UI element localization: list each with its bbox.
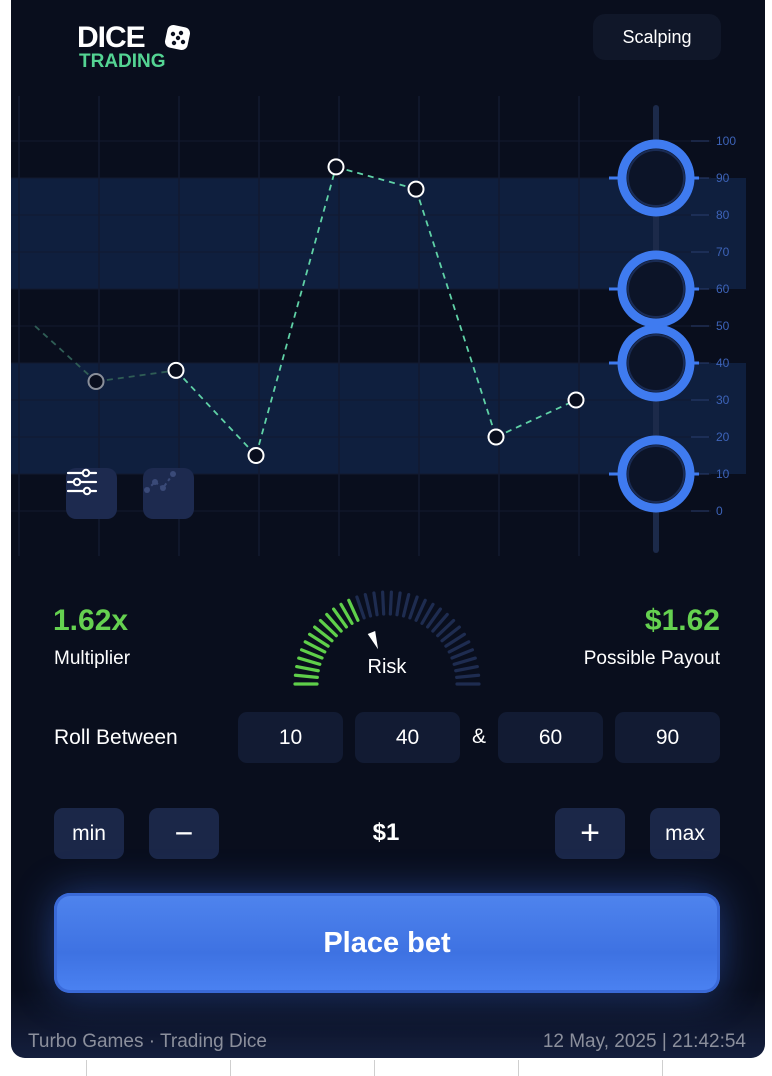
chart-mode-button[interactable] xyxy=(143,468,194,519)
y-tick-label: 50 xyxy=(716,319,730,333)
range-separator: & xyxy=(472,725,487,748)
bottom-ruler xyxy=(0,1058,772,1076)
range-handle xyxy=(617,435,695,513)
gauge-segment xyxy=(293,673,319,679)
range-handle xyxy=(617,324,695,402)
data-point xyxy=(247,447,265,464)
risk-label: Risk xyxy=(367,656,407,678)
mode-button[interactable]: Scalping xyxy=(593,14,721,60)
increase-bet-button[interactable]: + xyxy=(555,808,625,859)
y-tick-label: 0 xyxy=(716,504,723,518)
range-handle xyxy=(617,139,695,217)
bet-amount: $1 xyxy=(372,819,400,846)
y-tick-label: 10 xyxy=(716,467,730,481)
gauge-segment xyxy=(454,664,479,673)
y-tick-label: 30 xyxy=(716,393,730,407)
gauge-segment xyxy=(295,664,320,673)
gauge-segment xyxy=(388,590,393,616)
plus-icon: + xyxy=(580,814,600,852)
high-range-to-input[interactable]: 90 xyxy=(615,712,720,763)
data-point xyxy=(87,373,105,390)
gauge-segment xyxy=(299,648,324,660)
max-bet-button[interactable]: max xyxy=(650,808,720,859)
multiplier-value: 1.62x xyxy=(53,604,129,637)
dice-icon xyxy=(164,24,191,51)
y-tick-label: 100 xyxy=(716,134,736,148)
sliders-icon xyxy=(66,468,98,496)
settings-button[interactable] xyxy=(66,468,117,519)
gauge-segment xyxy=(395,591,402,617)
y-tick-label: 60 xyxy=(716,282,730,296)
gauge-segment xyxy=(297,656,322,666)
gauge-segment xyxy=(381,590,386,616)
y-tick-label: 70 xyxy=(716,245,730,259)
gauge-segment xyxy=(408,595,419,620)
scatter-chart-icon xyxy=(144,471,176,493)
gauge-segment xyxy=(455,673,481,679)
range-handle xyxy=(617,250,695,328)
chart-canvas[interactable]: 1009080706050403020100 xyxy=(11,80,765,560)
data-point xyxy=(487,428,505,446)
data-point xyxy=(167,361,185,379)
y-tick-label: 90 xyxy=(716,171,730,185)
roll-between-label: Roll Between xyxy=(54,726,178,749)
high-range-from-input[interactable]: 60 xyxy=(498,712,603,763)
gauge-segment xyxy=(450,648,475,660)
minus-icon: − xyxy=(174,815,194,851)
y-tick-label: 80 xyxy=(716,208,730,222)
data-point xyxy=(327,158,345,176)
data-point xyxy=(567,391,585,409)
app-window: DICE TRADING Scalping 100 90 80 70 60 50 40 30 2… xyxy=(11,0,765,1058)
gauge-segment xyxy=(372,591,379,617)
footer-timestamp: 12 May, 2025 | 21:42:54 xyxy=(542,1031,746,1052)
payout-label: Possible Payout xyxy=(583,648,720,669)
y-tick-label: 20 xyxy=(716,430,730,444)
min-bet-button[interactable]: min xyxy=(54,808,124,859)
payout-value: $1.62 xyxy=(644,604,720,637)
gauge-segment xyxy=(452,656,477,666)
low-range-from-input[interactable]: 10 xyxy=(238,712,343,763)
gauge-segment xyxy=(363,592,373,618)
gauge-segment xyxy=(355,595,366,620)
low-range-to-input[interactable]: 40 xyxy=(355,712,460,763)
decrease-bet-button[interactable]: − xyxy=(149,808,219,859)
gauge-needle xyxy=(367,631,379,650)
data-point xyxy=(407,180,425,198)
y-tick-label: 40 xyxy=(716,356,730,370)
footer-brand: Turbo Games · Trading Dice xyxy=(28,1031,267,1052)
place-bet-button[interactable]: Place bet xyxy=(54,893,720,993)
logo-text-trading: TRADING xyxy=(79,51,166,72)
multiplier-label: Multiplier xyxy=(54,648,131,669)
gauge-segment xyxy=(401,592,411,618)
price-chart[interactable]: 100 90 80 70 60 50 40 30 20 10 0 xyxy=(11,80,765,560)
logo-text-dice: DICE xyxy=(77,21,146,54)
logo: DICE TRADING xyxy=(77,22,197,74)
